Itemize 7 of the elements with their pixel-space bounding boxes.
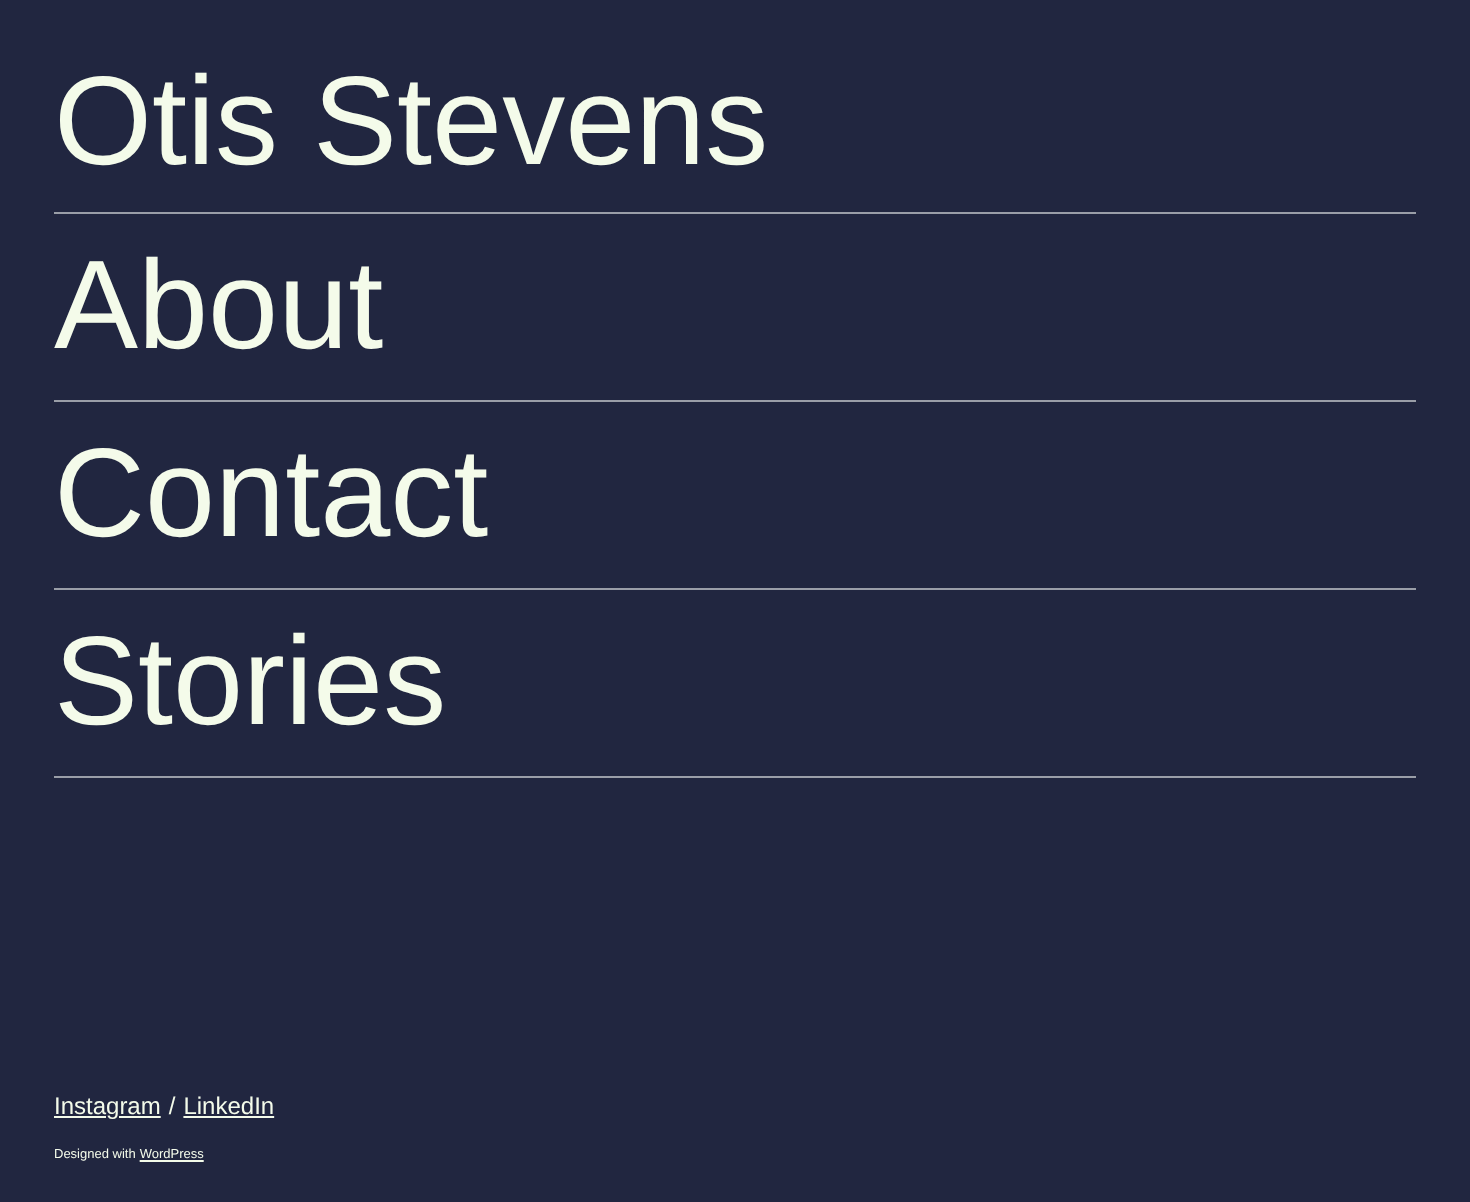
social-link[interactable]: LinkedIn	[183, 1092, 275, 1120]
separator: /	[168, 1092, 176, 1120]
nav-link[interactable]: About	[54, 244, 384, 370]
social-link[interactable]: Instagram	[54, 1092, 161, 1120]
nav-link[interactable]: Stories	[54, 620, 447, 746]
nav-link[interactable]: Contact	[54, 432, 489, 558]
site-title[interactable]: Otis Stevens	[54, 60, 769, 186]
